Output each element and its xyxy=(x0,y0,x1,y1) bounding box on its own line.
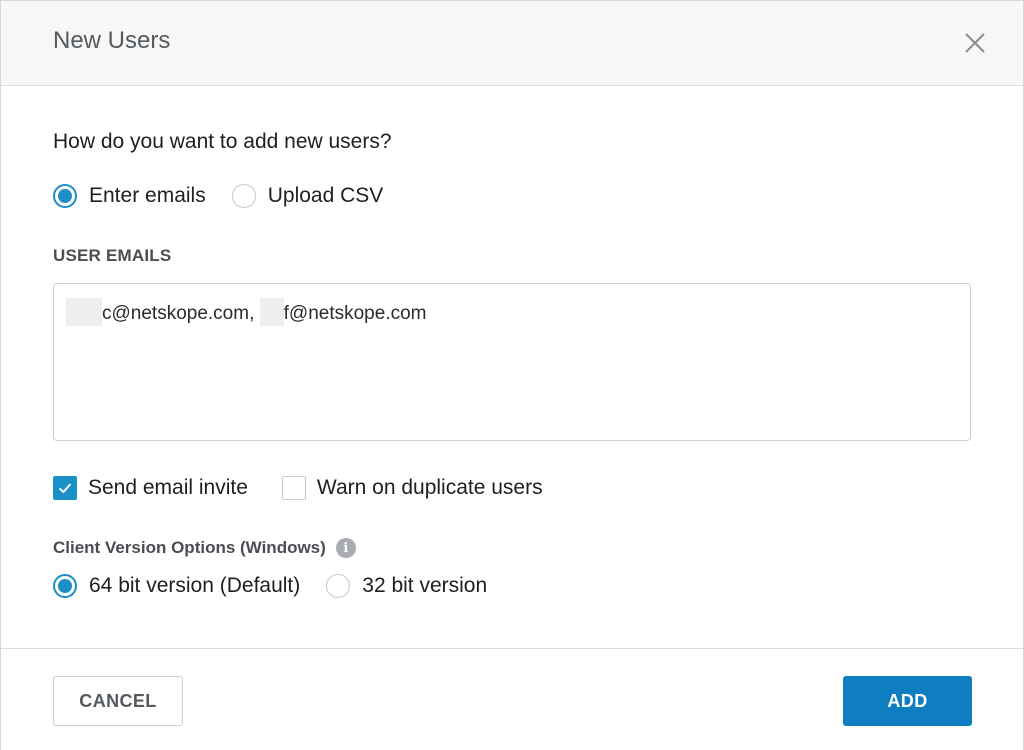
radio-enter-emails-label: Enter emails xyxy=(89,184,206,207)
close-icon[interactable] xyxy=(963,31,987,55)
warn-duplicate-users-checkbox[interactable] xyxy=(281,476,306,500)
send-email-invite-checkbox[interactable] xyxy=(53,476,77,500)
redacted-text xyxy=(66,298,102,326)
radio-upload-csv[interactable]: Upload CSV xyxy=(231,184,384,208)
invite-options: Send email invite Warn on duplicate user… xyxy=(53,476,577,500)
client-version-radio-group: 64 bit version (Default) 32 bit version xyxy=(53,574,513,598)
email-text-part2: f@netskope.com xyxy=(283,303,427,324)
radio-enter-emails[interactable]: Enter emails xyxy=(53,184,206,208)
radio-32-bit-label: 32 bit version xyxy=(362,574,488,597)
checkbox-send-email-invite[interactable]: Send email invite xyxy=(53,476,248,500)
radio-64-bit[interactable]: 64 bit version (Default) xyxy=(53,574,300,598)
redacted-text xyxy=(259,298,284,326)
email-text-part1: c@netskope.com, xyxy=(102,303,260,324)
radio-upload-csv-label: Upload CSV xyxy=(267,184,384,207)
radio-upload-csv-indicator[interactable] xyxy=(231,184,256,208)
info-icon[interactable]: i xyxy=(335,538,356,558)
radio-32-bit[interactable]: 32 bit version xyxy=(326,574,487,598)
add-method-question: How do you want to add new users? xyxy=(53,130,392,153)
radio-enter-emails-indicator[interactable] xyxy=(53,184,77,208)
dialog-header: New Users xyxy=(1,1,1023,86)
dialog-body: How do you want to add new users? Enter … xyxy=(1,86,1023,648)
warn-duplicate-users-label: Warn on duplicate users xyxy=(316,476,543,499)
cancel-button[interactable]: CANCEL xyxy=(53,676,183,726)
checkmark-icon xyxy=(58,483,72,494)
user-emails-label: USER EMAILS xyxy=(53,246,172,265)
new-users-dialog: New Users How do you want to add new use… xyxy=(0,0,1024,750)
send-email-invite-label: Send email invite xyxy=(88,476,248,499)
dialog-title: New Users xyxy=(53,27,171,54)
client-version-label: Client Version Options (Windows) i xyxy=(53,538,356,558)
add-method-radio-group: Enter emails Upload CSV xyxy=(53,184,409,208)
radio-64-bit-indicator[interactable] xyxy=(53,574,77,598)
client-version-label-text: Client Version Options (Windows) xyxy=(53,538,326,557)
checkbox-warn-duplicate-users[interactable]: Warn on duplicate users xyxy=(281,476,543,500)
add-button[interactable]: ADD xyxy=(843,676,972,726)
dialog-footer: CANCEL ADD xyxy=(1,648,1023,750)
radio-64-bit-label: 64 bit version (Default) xyxy=(89,574,301,597)
user-emails-textarea[interactable]: c@netskope.com, f@netskope.com xyxy=(53,283,971,441)
radio-32-bit-indicator[interactable] xyxy=(326,574,351,598)
